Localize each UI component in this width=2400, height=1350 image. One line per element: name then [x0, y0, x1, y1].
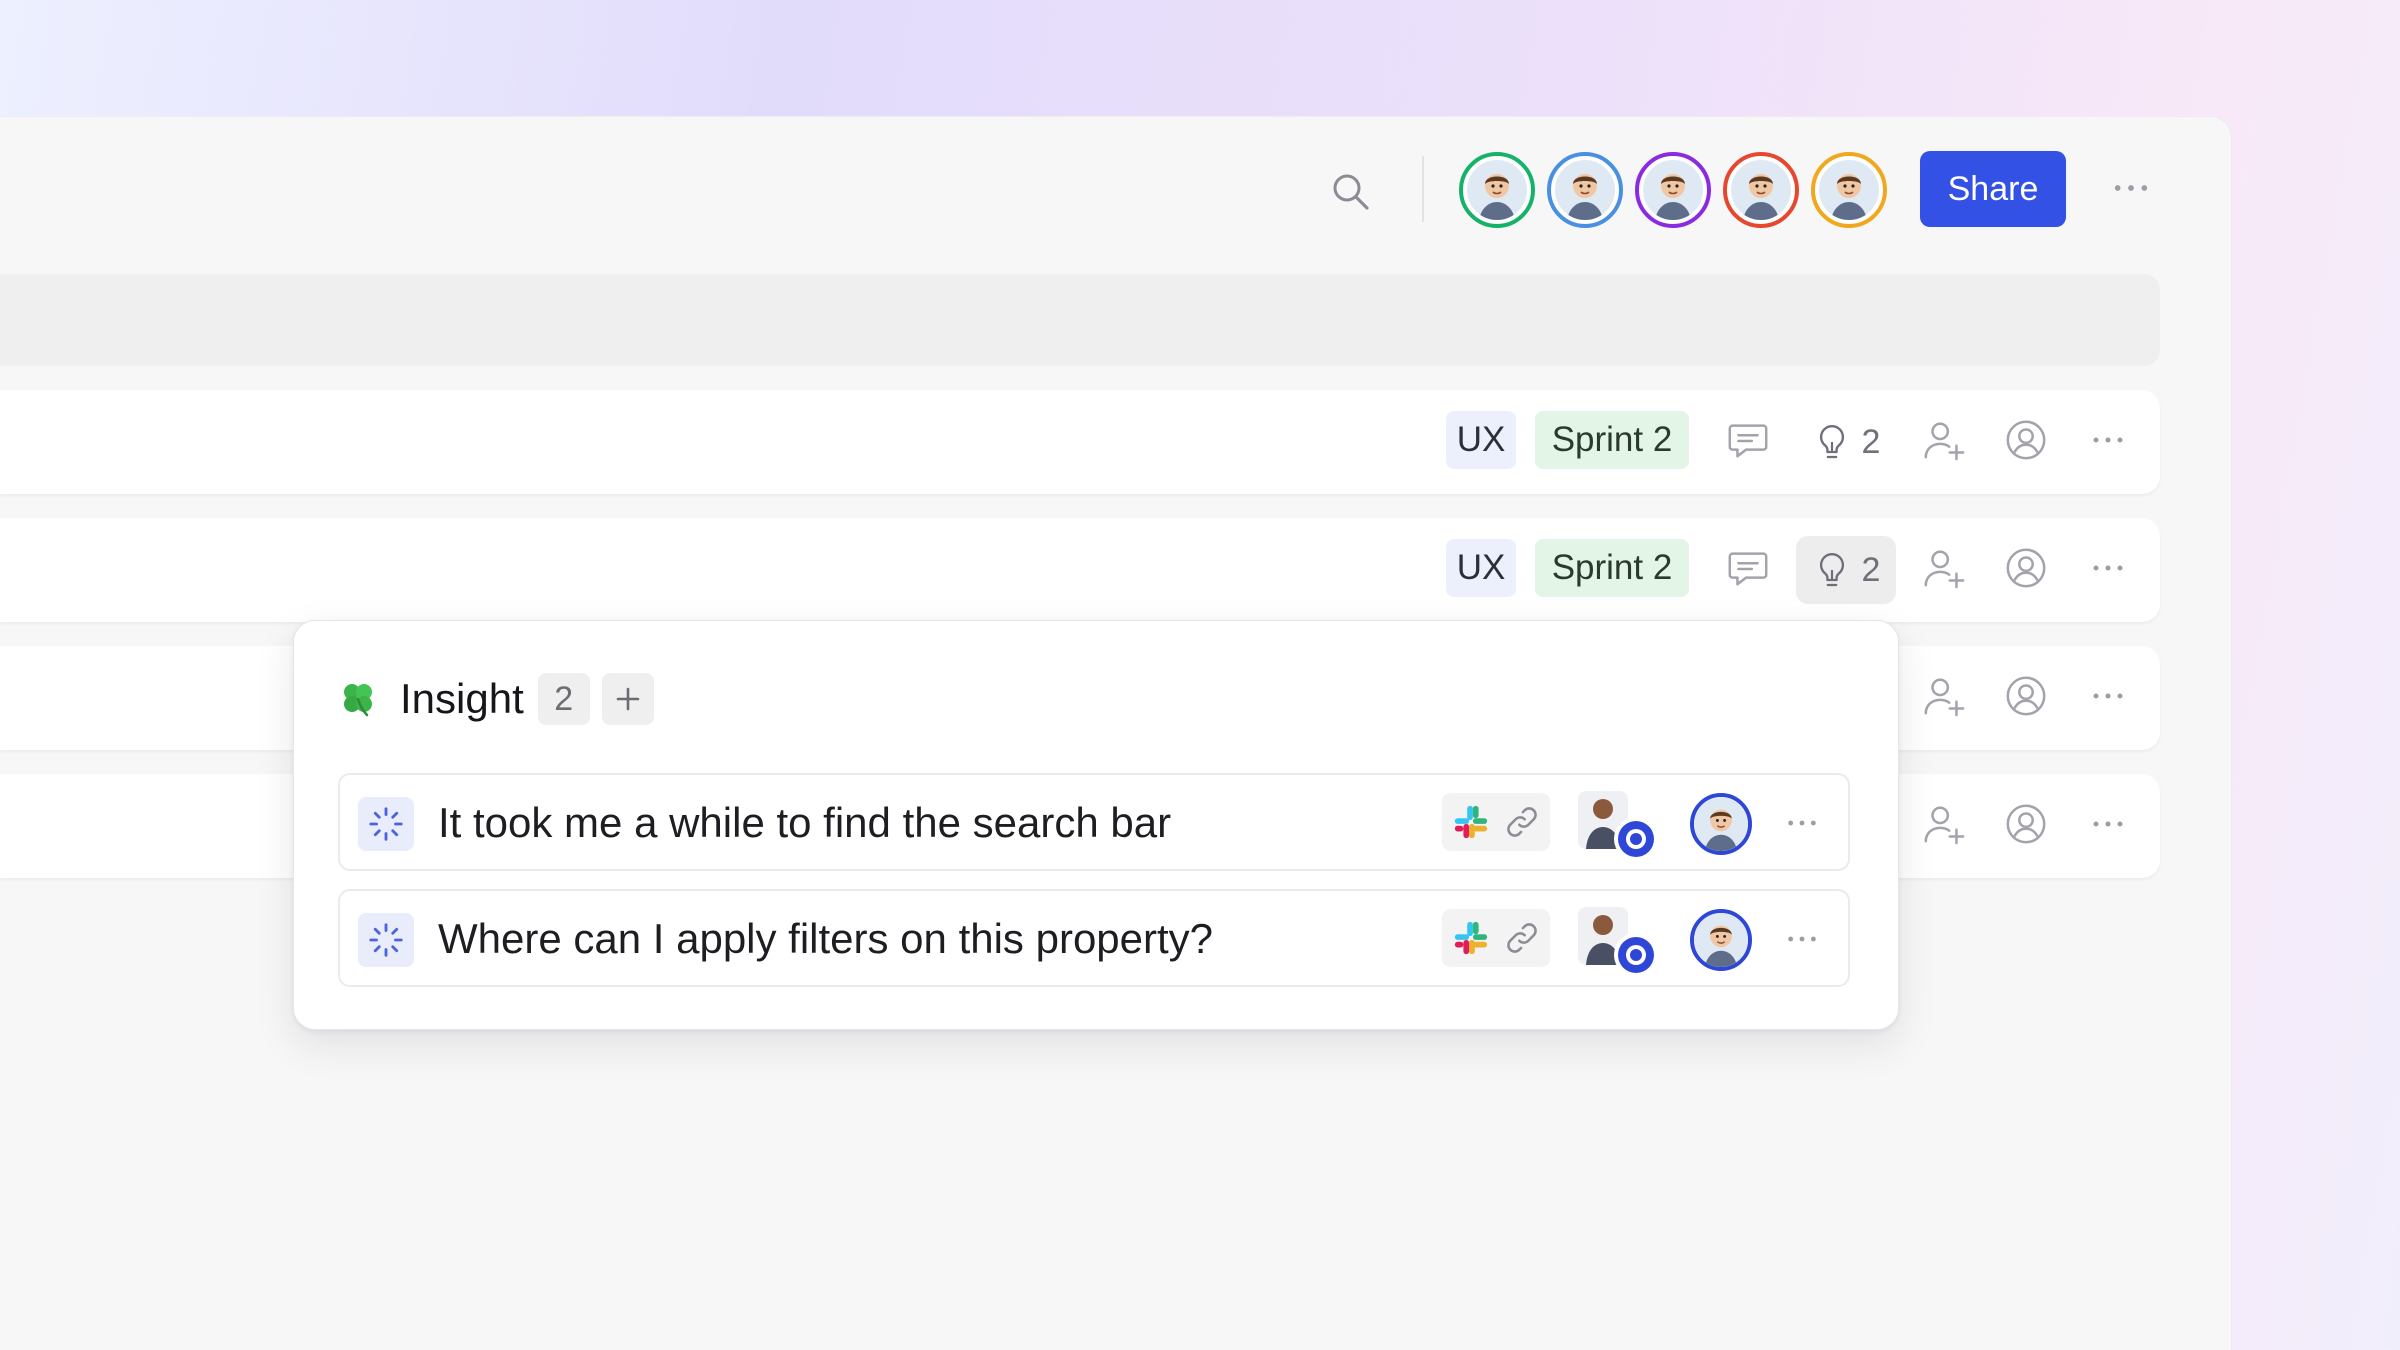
more-options-icon[interactable]: [2082, 798, 2134, 850]
user-circle-icon[interactable]: [2000, 670, 2052, 722]
add-person-icon[interactable]: [1918, 542, 1970, 594]
lightbulb-icon: [1812, 420, 1852, 464]
insight-text: It took me a while to find the search ba…: [438, 799, 1172, 846]
item-sources[interactable]: [1442, 793, 1550, 851]
header-divider: [1422, 156, 1424, 222]
avatar[interactable]: [1635, 152, 1711, 228]
more-options-icon[interactable]: [1780, 919, 1824, 959]
add-person-icon[interactable]: [1918, 798, 1970, 850]
link-icon: [1504, 804, 1540, 840]
lightbulb-icon: [1812, 548, 1852, 592]
more-options-icon[interactable]: [2108, 170, 2154, 206]
user-circle-icon[interactable]: [2000, 542, 2052, 594]
plus-icon: [616, 687, 640, 711]
avatar[interactable]: [1811, 152, 1887, 228]
avatar[interactable]: [1547, 152, 1623, 228]
share-button[interactable]: Share: [1920, 151, 2066, 227]
reporter-avatar[interactable]: [1576, 789, 1662, 865]
popover-header: Insight 2: [338, 673, 654, 725]
assignee-avatar[interactable]: [1690, 909, 1752, 971]
user-circle-icon[interactable]: [2000, 798, 2052, 850]
tag-ux[interactable]: UX: [1446, 539, 1516, 597]
more-options-icon[interactable]: [1780, 803, 1824, 843]
loading-status-icon[interactable]: [358, 913, 414, 967]
collaborator-avatars: [1459, 152, 1887, 228]
insight-item[interactable]: Where can I apply filters on this proper…: [338, 889, 1850, 987]
table-row[interactable]: UX Sprint 2 2: [0, 390, 2160, 494]
insight-count: 2: [1861, 422, 1881, 461]
item-sources[interactable]: [1442, 909, 1550, 967]
filter-bar: [0, 274, 2160, 366]
add-insight-button[interactable]: [601, 673, 654, 725]
more-options-icon[interactable]: [2082, 670, 2134, 722]
assignee-avatar[interactable]: [1690, 793, 1752, 855]
popover-title: Insight: [400, 675, 524, 722]
search-icon[interactable]: [1324, 165, 1378, 219]
tag-sprint[interactable]: Sprint 2: [1535, 539, 1689, 597]
insight-count-badge: 2: [537, 673, 590, 725]
insight-count-button[interactable]: 2: [1796, 536, 1896, 604]
insight-item[interactable]: It took me a while to find the search ba…: [338, 773, 1850, 871]
more-options-icon[interactable]: [2082, 542, 2134, 594]
loading-status-icon[interactable]: [358, 797, 414, 851]
tag-sprint[interactable]: Sprint 2: [1535, 411, 1689, 469]
insight-count: 2: [1861, 550, 1881, 589]
clover-icon: [344, 684, 372, 717]
slack-icon: [1452, 919, 1490, 957]
comment-icon[interactable]: [1722, 414, 1774, 466]
link-icon: [1504, 920, 1540, 956]
insight-count-button[interactable]: 2: [1796, 408, 1896, 476]
user-circle-icon[interactable]: [2000, 414, 2052, 466]
avatar[interactable]: [1723, 152, 1799, 228]
reporter-avatar[interactable]: [1576, 905, 1662, 981]
table-row[interactable]: UX Sprint 2 2: [0, 518, 2160, 622]
slack-icon: [1452, 803, 1490, 841]
avatar[interactable]: [1459, 152, 1535, 228]
insight-text: Where can I apply filters on this proper…: [438, 915, 1214, 962]
more-options-icon[interactable]: [2082, 414, 2134, 466]
insight-popover: Insight 2 It took me a while to find the…: [293, 620, 1899, 1030]
comment-icon[interactable]: [1722, 542, 1774, 594]
add-person-icon[interactable]: [1918, 414, 1970, 466]
tag-ux[interactable]: UX: [1446, 411, 1516, 469]
add-person-icon[interactable]: [1918, 670, 1970, 722]
